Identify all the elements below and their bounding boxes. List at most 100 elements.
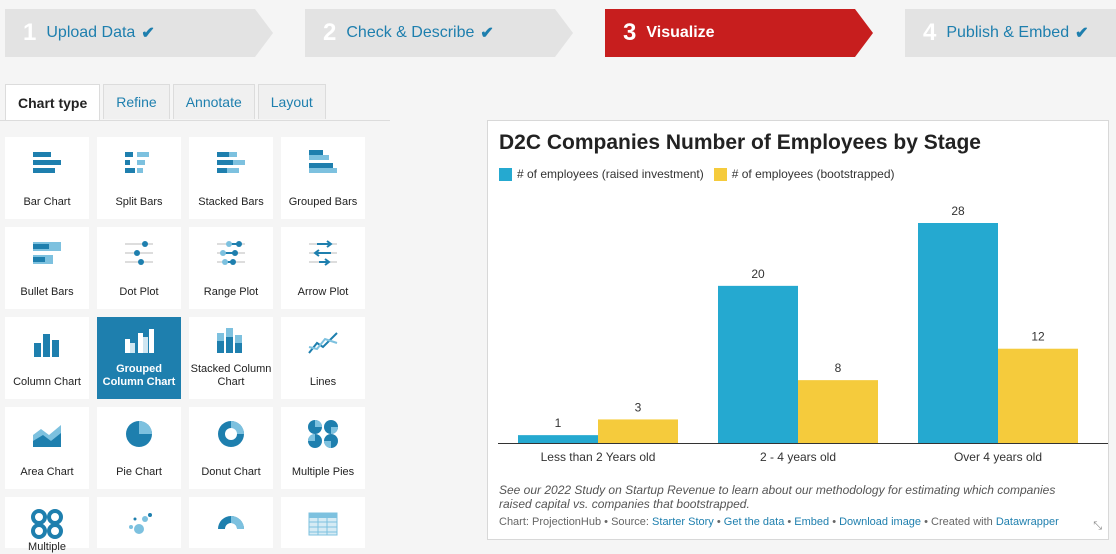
chart-type-area-chart[interactable]: Area Chart (5, 407, 89, 489)
chart-type-multiple-donuts[interactable]: Multiple (5, 497, 89, 553)
chart-type-bar-chart[interactable]: Bar Chart (5, 137, 89, 219)
bar-value-label: 28 (951, 204, 965, 218)
chart-type-label: Column Chart (13, 376, 81, 388)
x-axis-tick-label: Less than 2 Years old (541, 450, 656, 464)
chart-legend: # of employees (raised investment) # of … (499, 167, 905, 181)
grouped-column-chart: 1 3 Less than 2 Years old 20 8 2 - 4 years ol… (498, 204, 1108, 464)
chart-type-column-chart[interactable]: Column Chart (5, 317, 89, 399)
tab-chart-type[interactable]: Chart type (5, 84, 101, 121)
chart-bar (518, 435, 598, 443)
footer-credit: Chart: ProjectionHub • Source: (499, 516, 653, 528)
arrow-plot-icon (309, 240, 337, 266)
chart-type-lines[interactable]: Lines (281, 317, 365, 399)
chart-title: D2C Companies Number of Employees by Sta… (499, 131, 981, 154)
get-data-link[interactable]: Get the data (724, 516, 785, 528)
legend-swatch (499, 167, 512, 181)
chart-type-label: Stacked Column Chart (190, 363, 272, 388)
checkmark-icon: ✔ (1075, 25, 1089, 42)
step-label: Upload Data (46, 24, 136, 41)
step-label: Check & Describe (346, 24, 475, 41)
chart-type-label: Lines (309, 376, 337, 388)
chart-type-stacked-column-chart[interactable]: Stacked Column Chart (189, 317, 273, 399)
chart-bar (998, 348, 1078, 443)
chart-type-label: Arrow Plot (297, 286, 349, 298)
chart-type-stacked-bars[interactable]: Stacked Bars (189, 137, 273, 219)
range-plot-icon (217, 241, 245, 265)
chart-type-grouped-column-chart[interactable]: Grouped Column Chart (97, 317, 181, 399)
chart-type-grouped-bars[interactable]: Grouped Bars (281, 137, 365, 219)
chart-type-scatter-plot[interactable] (97, 497, 181, 548)
grouped-bars-icon (309, 150, 337, 173)
chart-type-label: Bar Chart (23, 196, 71, 208)
bar-value-label: 8 (835, 361, 842, 375)
stacked-column-chart-icon (217, 328, 242, 353)
download-image-link[interactable]: Download image (839, 516, 921, 528)
step-arrow (555, 9, 573, 57)
multiple-pies-icon (308, 420, 338, 448)
step-number: 3 (623, 19, 637, 46)
step-upload-data[interactable]: 1 Upload Data ✔ (5, 9, 273, 57)
chart-type-dot-plot[interactable]: Dot Plot (97, 227, 181, 309)
step-visualize[interactable]: 3 Visualize (605, 9, 873, 57)
step-label: Visualize (646, 24, 715, 41)
checkmark-icon: ✔ (141, 25, 155, 42)
chart-type-label: Multiple Pies (291, 466, 355, 478)
bar-chart-icon (33, 152, 61, 173)
chart-type-split-bars[interactable]: Split Bars (97, 137, 181, 219)
datawrapper-link[interactable]: Datawrapper (996, 516, 1059, 528)
chart-type-label: Donut Chart (201, 466, 261, 478)
chart-preview: D2C Companies Number of Employees by Sta… (487, 120, 1109, 540)
tab-refine[interactable]: Refine (103, 84, 170, 119)
step-label: Publish & Embed (946, 24, 1070, 41)
chart-type-table[interactable] (281, 497, 365, 548)
chart-type-range-plot[interactable]: Range Plot (189, 227, 273, 309)
x-axis-tick-label: Over 4 years old (954, 450, 1042, 464)
chart-type-label: Area Chart (20, 466, 74, 478)
bar-value-label: 12 (1031, 330, 1045, 344)
legend-item-raised: # of employees (raised investment) (499, 167, 704, 181)
step-check-describe[interactable]: 2 Check & Describe ✔ (305, 9, 573, 57)
chart-type-election-donut[interactable] (189, 497, 273, 548)
stacked-bars-icon (217, 152, 245, 173)
chart-type-pie-chart[interactable]: Pie Chart (97, 407, 181, 489)
editor-tabs: Chart type Refine Annotate Layout (5, 84, 329, 121)
split-bars-icon (125, 152, 149, 173)
grouped-column-chart-icon (125, 329, 154, 353)
chart-footer: Chart: ProjectionHub • Source: Starter S… (499, 516, 1059, 528)
step-publish-embed[interactable]: 4 Publish & Embed ✔ (905, 9, 1116, 57)
pie-chart-icon (126, 421, 152, 447)
chart-type-arrow-plot[interactable]: Arrow Plot (281, 227, 365, 309)
area-chart-icon (33, 425, 61, 447)
chart-type-multiple-pies[interactable]: Multiple Pies (281, 407, 365, 489)
column-chart-icon (34, 334, 59, 357)
chart-bar (718, 285, 798, 443)
tab-layout[interactable]: Layout (257, 84, 326, 119)
chart-bar (918, 223, 998, 443)
legend-label: # of employees (raised investment) (517, 167, 704, 181)
step-number: 2 (323, 19, 337, 46)
chart-type-label: Grouped Column Chart (102, 363, 176, 388)
tab-annotate[interactable]: Annotate (172, 84, 255, 119)
embed-link[interactable]: Embed (794, 516, 829, 528)
chart-notes: See our 2022 Study on Startup Revenue to… (499, 483, 1056, 511)
chart-type-bullet-bars[interactable]: Bullet Bars (5, 227, 89, 309)
checkmark-icon: ✔ (480, 25, 494, 42)
source-link[interactable]: Starter Story (652, 516, 714, 528)
footer-separator: • (784, 516, 795, 528)
legend-swatch (713, 167, 727, 181)
footer-created-with: • Created with (921, 516, 996, 528)
chart-bar (798, 380, 878, 443)
chart-type-label: Dot Plot (119, 286, 159, 298)
step-number: 1 (23, 19, 37, 46)
footer-separator: • (713, 516, 724, 528)
step-arrow (255, 9, 273, 57)
bar-value-label: 3 (635, 400, 642, 414)
legend-label: # of employees (bootstrapped) (731, 167, 895, 181)
chart-type-donut-chart[interactable]: Donut Chart (189, 407, 273, 489)
dot-plot-icon (125, 241, 153, 265)
chart-type-label: Split Bars (115, 196, 163, 208)
resize-handle-icon[interactable]: ⤡ (1093, 520, 1102, 533)
bullet-bars-icon (33, 242, 61, 264)
chart-type-label: Grouped Bars (288, 196, 358, 208)
tabs-divider (0, 120, 390, 121)
